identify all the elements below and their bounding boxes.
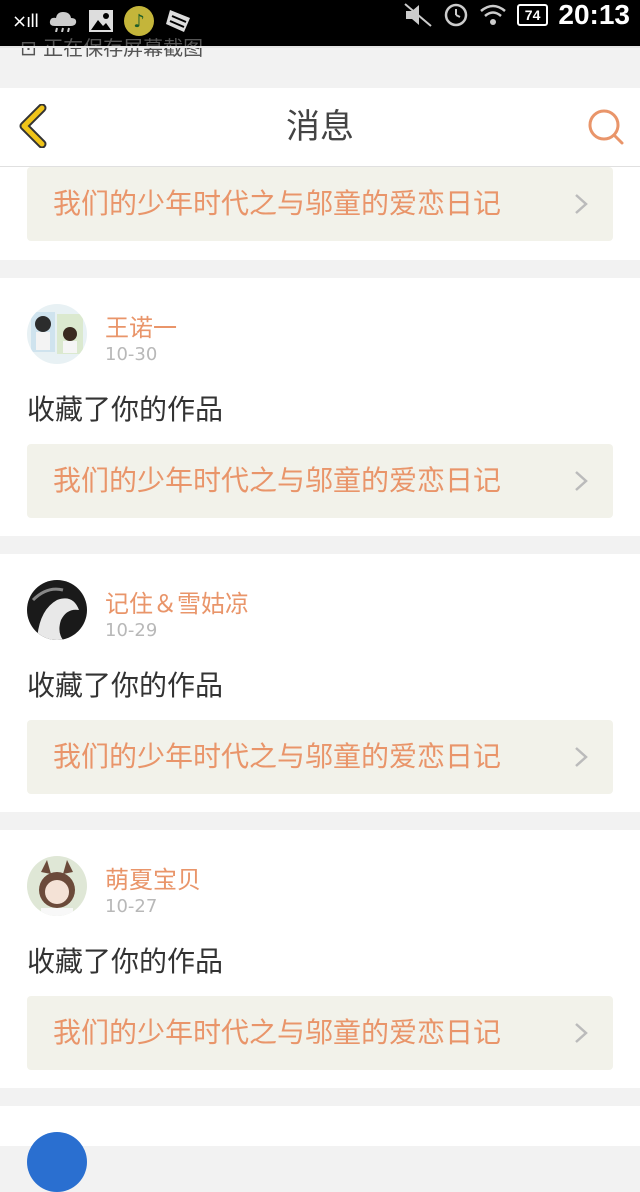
work-title: 我们的少年时代之与邬童的爱恋日记: [53, 464, 502, 497]
chevron-right-icon: [575, 747, 588, 767]
back-button[interactable]: [14, 103, 58, 149]
work-link[interactable]: 我们的少年时代之与邬童的爱恋日记: [27, 167, 613, 241]
work-link[interactable]: 我们的少年时代之与邬童的爱恋日记: [27, 444, 613, 518]
work-title: 我们的少年时代之与邬童的爱恋日记: [53, 1016, 502, 1049]
work-title: 我们的少年时代之与邬童的爱恋日记: [53, 740, 502, 773]
status-bar: ×ıll ♪ 74 20:13 ⊡ 正在保存屏幕截图: [0, 0, 640, 60]
message-card: 记住＆雪姑凉 10-29 收藏了你的作品 我们的少年时代之与邬童的爱恋日记: [0, 554, 640, 812]
header-bar: 消息: [0, 88, 640, 167]
message-card: 我们的少年时代之与邬童的爱恋日记: [0, 167, 640, 260]
work-link[interactable]: 我们的少年时代之与邬童的爱恋日记: [27, 996, 613, 1070]
clock-time: 20:13: [558, 0, 630, 30]
message-card: 王诺一 10-30 收藏了你的作品 我们的少年时代之与邬童的爱恋日记: [0, 278, 640, 536]
username[interactable]: 王诺一: [105, 308, 177, 343]
message-action: 收藏了你的作品: [27, 669, 224, 702]
notice-icon: ⊡: [20, 36, 37, 60]
work-link[interactable]: 我们的少年时代之与邬童的爱恋日记: [27, 720, 613, 794]
wifi-icon: [479, 4, 506, 25]
chevron-right-icon: [575, 471, 588, 491]
mute-icon: [404, 3, 432, 27]
work-title: 我们的少年时代之与邬童的爱恋日记: [53, 187, 502, 220]
avatar[interactable]: [27, 304, 87, 364]
username[interactable]: 萌夏宝贝: [105, 860, 201, 895]
notice-text: 正在保存屏幕截图: [43, 36, 204, 60]
signal-icon: ×ıll: [12, 10, 39, 32]
message-card: 萌夏宝贝 10-27 收藏了你的作品 我们的少年时代之与邬童的爱恋日记: [0, 830, 640, 1088]
tool-icon: [166, 10, 191, 32]
image-icon: [89, 10, 114, 32]
message-action: 收藏了你的作品: [27, 945, 224, 978]
username[interactable]: 记住＆雪姑凉: [105, 584, 249, 619]
status-right: 74 20:13: [403, 0, 630, 30]
message-date: 10-30: [105, 344, 158, 365]
avatar[interactable]: [27, 580, 87, 640]
message-date: 10-29: [105, 620, 158, 641]
search-button[interactable]: [586, 107, 626, 147]
page-title: 消息: [286, 107, 354, 147]
status-divider: [0, 46, 640, 48]
chevron-right-icon: [575, 194, 588, 214]
back-arrow-icon: [19, 103, 47, 149]
avatar[interactable]: [27, 1132, 87, 1192]
message-action: 收藏了你的作品: [27, 393, 224, 426]
battery-icon: 74: [516, 4, 549, 26]
cloud-icon: [49, 12, 77, 32]
search-icon: [588, 109, 624, 145]
avatar[interactable]: [27, 856, 87, 916]
message-card-stub: [0, 1106, 640, 1192]
alarm-clock-icon: [444, 3, 468, 27]
message-date: 10-27: [105, 896, 158, 917]
message-feed: 我们的少年时代之与邬童的爱恋日记 王诺一 10-30 收藏了你的作品 我们的少年…: [0, 167, 640, 1192]
chevron-right-icon: [575, 1023, 588, 1043]
